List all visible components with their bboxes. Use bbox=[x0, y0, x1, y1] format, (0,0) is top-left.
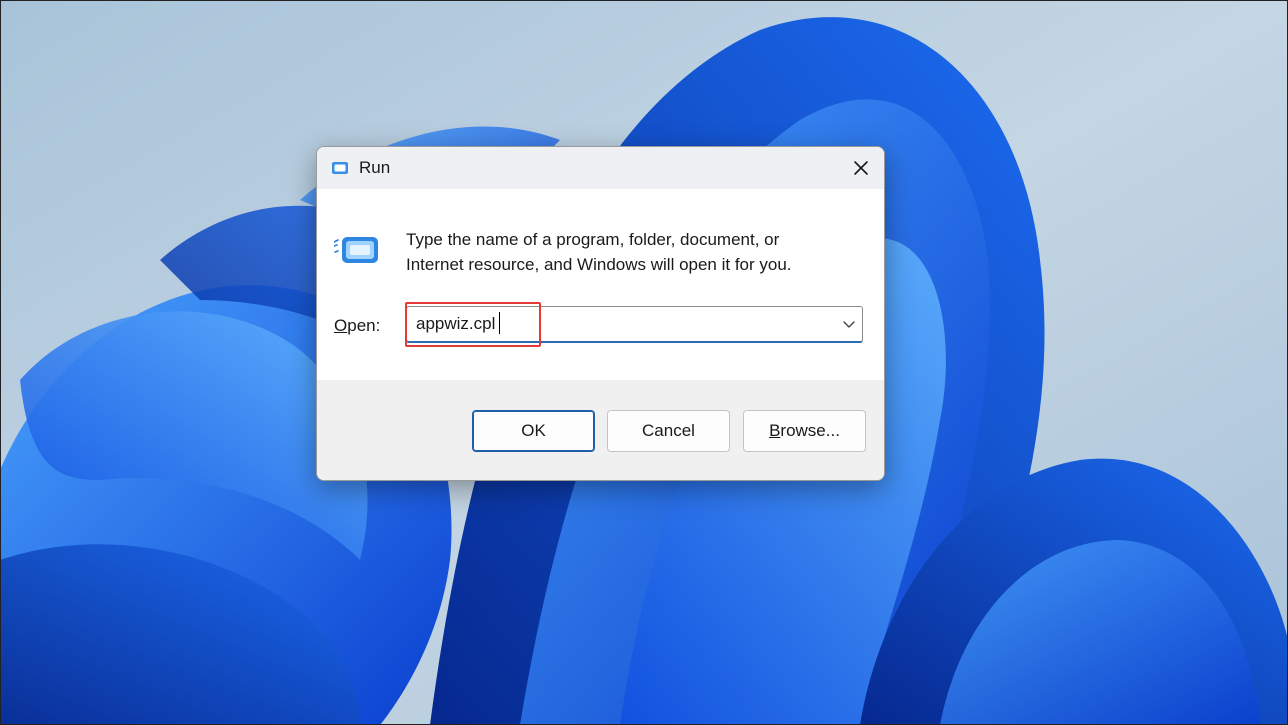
cancel-button[interactable]: Cancel bbox=[607, 410, 730, 452]
description-line-1: Type the name of a program, folder, docu… bbox=[406, 230, 780, 249]
annotation-highlight-box bbox=[405, 302, 541, 347]
dialog-footer: OK Cancel Browse... bbox=[317, 380, 884, 480]
close-button[interactable] bbox=[838, 147, 884, 189]
browse-button[interactable]: Browse... bbox=[743, 410, 866, 452]
browse-accesskey: B bbox=[769, 421, 781, 440]
run-description: Type the name of a program, folder, docu… bbox=[406, 227, 856, 277]
open-label-accesskey: O bbox=[334, 316, 348, 335]
description-line-2: Internet resource, and Windows will open… bbox=[406, 255, 792, 274]
ok-button-label: OK bbox=[521, 421, 546, 440]
run-dialog: Run Type the name of a program, folder, … bbox=[316, 146, 885, 481]
dropdown-button[interactable] bbox=[842, 317, 856, 331]
cancel-button-label: Cancel bbox=[642, 421, 695, 440]
browse-button-label: rowse... bbox=[780, 421, 840, 440]
title-bar[interactable]: Run bbox=[317, 147, 884, 189]
run-app-icon bbox=[331, 160, 349, 176]
dialog-body: Type the name of a program, folder, docu… bbox=[317, 189, 884, 380]
dialog-title: Run bbox=[359, 158, 391, 177]
open-label-text: pen: bbox=[347, 316, 381, 335]
open-label: Open: bbox=[334, 316, 380, 336]
close-icon bbox=[854, 161, 868, 175]
chevron-down-icon bbox=[843, 321, 855, 328]
ok-button[interactable]: OK bbox=[472, 410, 595, 452]
run-program-icon bbox=[333, 234, 382, 266]
